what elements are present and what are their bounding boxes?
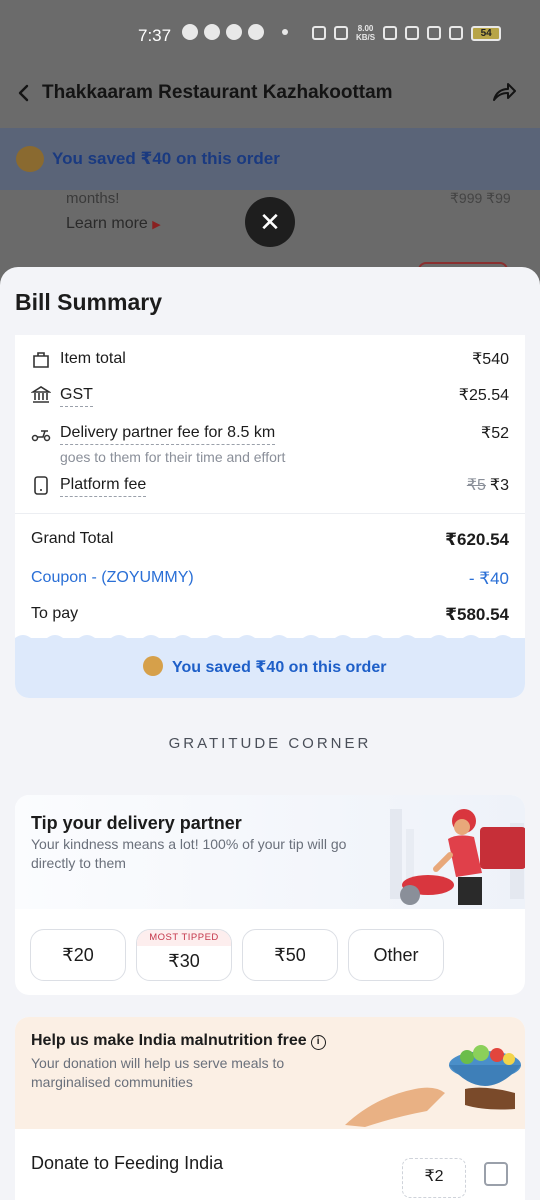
bill-card: Item total ₹540 GST ₹25.54 Delivery part… [15,335,525,698]
food-bowl-illustration [345,1045,521,1127]
back-button[interactable] [14,82,34,104]
gst-label[interactable]: GST [60,386,93,407]
alarm-icon [312,26,326,40]
tip-card: Tip your delivery partner Your kindness … [15,795,525,995]
bank-icon [31,386,51,403]
status-time: 7:37 [138,26,172,45]
saved-banner: You saved ₹40 on this order [0,128,540,190]
bluetooth-icon [334,26,348,40]
status-bar: 7:37 8.00 KB/S 54 [0,0,540,70]
call-icon [405,26,420,40]
gratitude-heading: GRATITUDE CORNER [168,735,372,752]
snapchat-icon [204,24,220,40]
tip-option-50[interactable]: ₹50 [242,929,338,981]
info-icon[interactable]: i [310,1035,326,1050]
top-bar: Thakkaaram Restaurant Kazhakoottam [0,70,540,128]
signal-icon [427,26,442,40]
platform-fee-label[interactable]: Platform fee [60,476,147,497]
wifi-icon [383,26,398,40]
donate-checkbox[interactable] [484,1162,508,1186]
chat-icon [248,24,264,40]
tip-option-other[interactable]: Other [348,929,444,981]
close-icon: ✕ [259,207,281,237]
background-page: 7:37 8.00 KB/S 54 Thakkaaram Restaurant [0,0,540,300]
party-emoji-icon [143,656,163,676]
close-button[interactable]: ✕ [245,197,295,247]
donate-amount: ₹2 [402,1158,466,1198]
more-dot-icon [282,29,288,35]
donation-header: Help us make India malnutrition free i Yo… [15,1017,525,1129]
bag-icon [33,352,49,368]
share-button[interactable] [490,80,518,106]
tip-header: Tip your delivery partner Your kindness … [15,795,525,909]
divider [15,513,525,514]
scooter-icon [31,430,51,442]
tip-option-30[interactable]: MOST TIPPED ₹30 [136,929,232,981]
restaurant-title: Thakkaaram Restaurant Kazhakoottam [42,82,393,103]
delivery-fee-label[interactable]: Delivery partner fee for 8.5 km [60,424,276,445]
system-icons: 8.00 KB/S 54 [312,24,502,42]
share-icon [493,83,516,101]
caret-right-icon: ▶ [152,219,161,231]
bill-summary-sheet: Bill Summary Item total ₹540 GST ₹25.54 … [0,267,540,1200]
tip-options: ₹20 MOST TIPPED ₹30 ₹50 Other [30,929,444,981]
chevron-left-icon [18,84,29,102]
tip-option-20[interactable]: ₹20 [30,929,126,981]
battery-icon: 54 [471,25,502,41]
skype-icon [226,24,242,40]
learn-more-link[interactable]: Learn more ▶ [66,215,161,233]
savings-strip: You saved ₹40 on this order [15,635,525,698]
sheet-title: Bill Summary [15,289,162,315]
whatsapp-icon [182,24,198,40]
phone-icon [34,476,48,495]
party-emoji-icon [16,146,44,172]
notification-icons [182,24,288,40]
donation-card: Help us make India malnutrition free i Yo… [15,1017,525,1200]
most-tipped-badge: MOST TIPPED [137,930,231,946]
donate-label: Donate to Feeding India [31,1153,224,1173]
signal-icon-2 [449,26,464,40]
delivery-rider-illustration [390,809,525,905]
wave-divider [15,635,525,644]
net-speed: 8.00 KB/S [356,24,376,42]
